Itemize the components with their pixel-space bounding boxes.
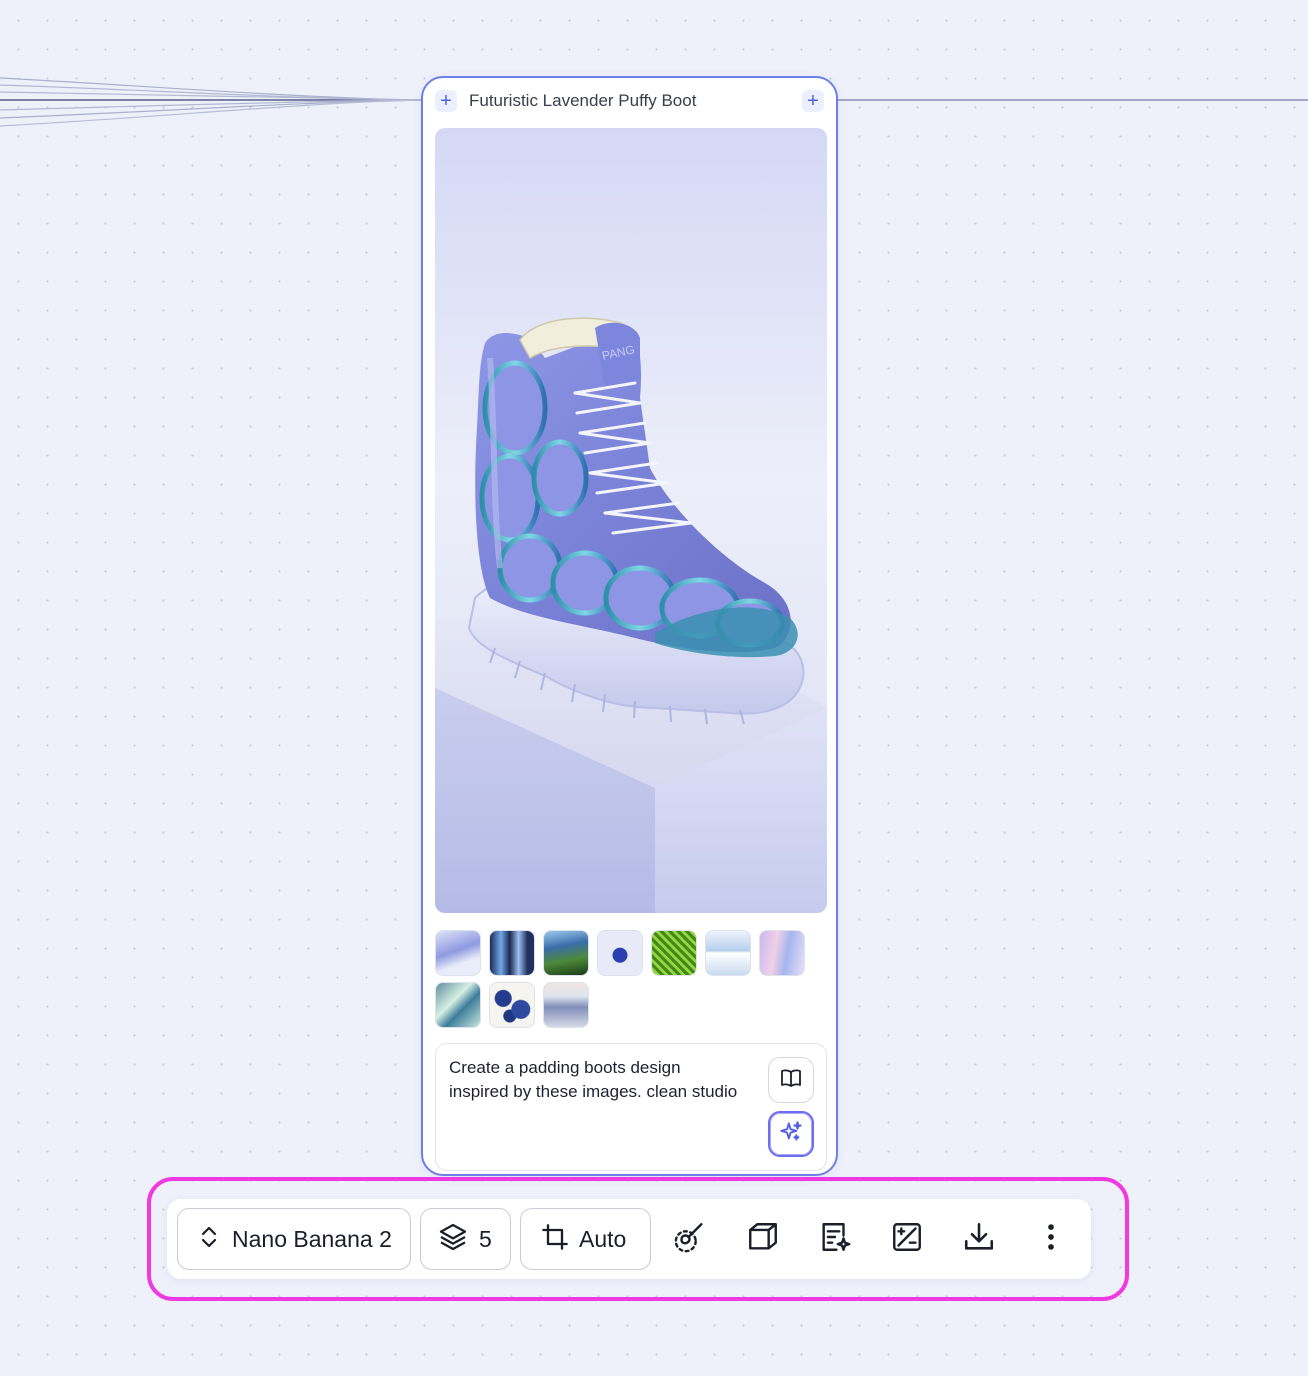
layers-count-button[interactable]: 5 bbox=[420, 1208, 511, 1270]
brush-icon bbox=[673, 1220, 707, 1259]
reference-thumbnail[interactable] bbox=[543, 930, 589, 976]
node-header: + Futuristic Lavender Puffy Boot + bbox=[423, 78, 836, 126]
reference-thumbnail[interactable] bbox=[435, 982, 481, 1028]
generated-image-preview[interactable]: PANG bbox=[435, 128, 827, 913]
reference-thumbnail[interactable] bbox=[597, 930, 643, 976]
add-input-button[interactable]: + bbox=[435, 90, 457, 112]
aspect-ratio-button[interactable]: Auto bbox=[520, 1208, 651, 1270]
add-output-button[interactable]: + bbox=[802, 90, 824, 112]
crop-icon bbox=[541, 1223, 569, 1256]
sparkles-icon bbox=[778, 1119, 804, 1150]
reference-thumbnail[interactable] bbox=[759, 930, 805, 976]
more-options-button[interactable] bbox=[1031, 1219, 1071, 1259]
layers-count: 5 bbox=[479, 1225, 492, 1252]
model-select-label: Nano Banana 2 bbox=[232, 1225, 392, 1252]
boot-render-image: PANG bbox=[435, 128, 827, 913]
prompt-box[interactable]: Create a padding boots design inspired b… bbox=[435, 1043, 827, 1171]
adjust-icon bbox=[890, 1220, 924, 1259]
edit-sparkle-icon bbox=[818, 1220, 852, 1259]
book-icon bbox=[779, 1066, 803, 1095]
edit-prompt-button[interactable] bbox=[815, 1219, 855, 1259]
3d-view-button[interactable] bbox=[743, 1219, 783, 1259]
more-icon bbox=[1034, 1220, 1068, 1259]
download-button[interactable] bbox=[959, 1219, 999, 1259]
chevron-updown-icon bbox=[198, 1224, 220, 1255]
bottom-toolbar: Nano Banana 2 5 Auto bbox=[167, 1199, 1091, 1279]
brush-mask-button[interactable] bbox=[670, 1219, 710, 1259]
reference-thumbnail[interactable] bbox=[489, 982, 535, 1028]
adjust-button[interactable] bbox=[887, 1219, 927, 1259]
layers-icon bbox=[437, 1221, 469, 1258]
reference-thumbnail[interactable] bbox=[705, 930, 751, 976]
prompt-text[interactable]: Create a padding boots design inspired b… bbox=[449, 1056, 739, 1104]
node-title: Futuristic Lavender Puffy Boot bbox=[469, 91, 697, 110]
reference-thumbnail[interactable] bbox=[543, 982, 589, 1028]
reference-thumbnails bbox=[435, 930, 827, 1028]
cube-icon bbox=[746, 1220, 780, 1259]
generate-button[interactable] bbox=[768, 1111, 814, 1157]
reference-thumbnail[interactable] bbox=[651, 930, 697, 976]
image-node-card[interactable]: + Futuristic Lavender Puffy Boot + PANG … bbox=[421, 76, 838, 1176]
reference-thumbnail[interactable] bbox=[489, 930, 535, 976]
model-select-button[interactable]: Nano Banana 2 bbox=[177, 1208, 411, 1270]
reference-thumbnail[interactable] bbox=[435, 930, 481, 976]
prompt-library-button[interactable] bbox=[768, 1057, 814, 1103]
download-icon bbox=[962, 1220, 996, 1259]
aspect-ratio-label: Auto bbox=[579, 1225, 627, 1252]
